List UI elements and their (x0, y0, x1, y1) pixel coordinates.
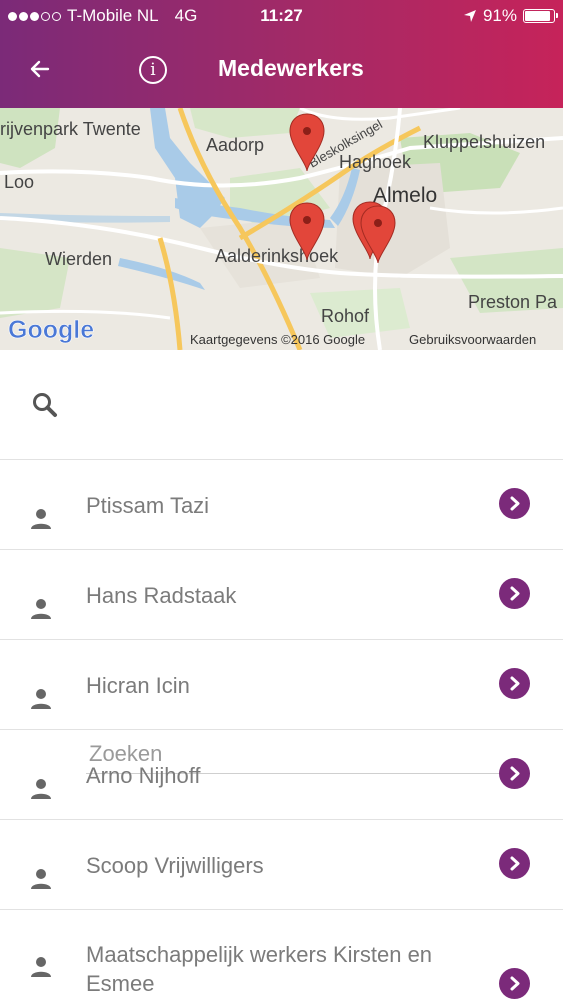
map-label: Almelo (373, 184, 437, 207)
colleague-name: Hicran Icin (86, 673, 190, 698)
person-icon (31, 957, 51, 977)
battery-icon (523, 9, 558, 23)
map-label: Preston Pa (468, 292, 558, 312)
map-label: Wierden (45, 249, 112, 269)
person-icon (31, 779, 51, 799)
map-label: Kluppelshuizen (423, 132, 545, 152)
list-item[interactable]: Hicran Icin (0, 640, 563, 730)
open-detail-button[interactable] (499, 668, 530, 699)
back-button[interactable] (26, 55, 54, 83)
list-item[interactable]: Maatschappelijk werkers Kirsten en Esmee (0, 910, 563, 1000)
colleague-name: Ptissam Tazi (86, 493, 210, 518)
list-item[interactable]: Scoop Vrijwilligers (0, 820, 563, 910)
map-attribution: Kaartgegevens ©2016 Google (190, 332, 365, 347)
map-label: Rohof (321, 306, 370, 326)
map-label: Haghoek (339, 152, 412, 172)
list-item[interactable]: Ptissam Tazi (0, 460, 563, 550)
person-icon (31, 599, 51, 619)
open-detail-button[interactable] (499, 848, 530, 879)
colleague-name: Hans Radstaak (86, 583, 237, 608)
chevron-right-icon (510, 976, 520, 991)
chevron-right-icon (510, 496, 520, 511)
chevron-right-icon (510, 856, 520, 871)
search-icon (33, 393, 57, 417)
open-detail-button[interactable] (499, 488, 530, 519)
status-bar: T-Mobile NL 4G 11:27 91% (0, 0, 563, 32)
open-detail-button[interactable] (499, 968, 530, 999)
open-detail-button[interactable] (499, 578, 530, 609)
colleague-name: Scoop Vrijwilligers (86, 853, 264, 878)
location-arrow-icon (463, 10, 476, 22)
chevron-right-icon (510, 676, 520, 691)
open-detail-button[interactable] (499, 758, 530, 789)
colleague-list: Ptissam Tazi Hans Radstaak Hicran Icin A… (0, 460, 563, 1000)
colleague-name: Arno Nijhoff (86, 763, 201, 788)
person-icon (31, 689, 51, 709)
page-title: Medewerkers (218, 55, 364, 81)
list-item[interactable]: Arno Nijhoff (0, 730, 563, 820)
info-icon: i (150, 60, 156, 80)
map-terms-link[interactable]: Gebruiksvoorwaarden (409, 332, 536, 347)
chevron-right-icon (510, 586, 520, 601)
list-item[interactable]: Hans Radstaak (0, 550, 563, 640)
person-icon (31, 869, 51, 889)
map-label: rijvenpark Twente (0, 119, 141, 139)
info-button[interactable]: i (139, 56, 167, 84)
person-icon (31, 509, 51, 529)
search-bar (0, 350, 563, 774)
map-view[interactable]: rijvenpark Twente Aadorp Kluppelshuizen … (0, 108, 563, 350)
google-logo: Google (8, 316, 94, 344)
map-label: Aadorp (206, 135, 264, 155)
map-label: Aalderinkshoek (215, 246, 339, 266)
app-header: T-Mobile NL 4G 11:27 91% i Medewerkers (0, 0, 563, 108)
arrow-left-icon (30, 60, 50, 78)
map-label: Loo (4, 172, 34, 192)
chevron-right-icon (510, 766, 520, 781)
battery-percent: 91% (482, 6, 517, 25)
colleague-name: Maatschappelijk werkers Kirsten en Esmee (86, 942, 433, 996)
